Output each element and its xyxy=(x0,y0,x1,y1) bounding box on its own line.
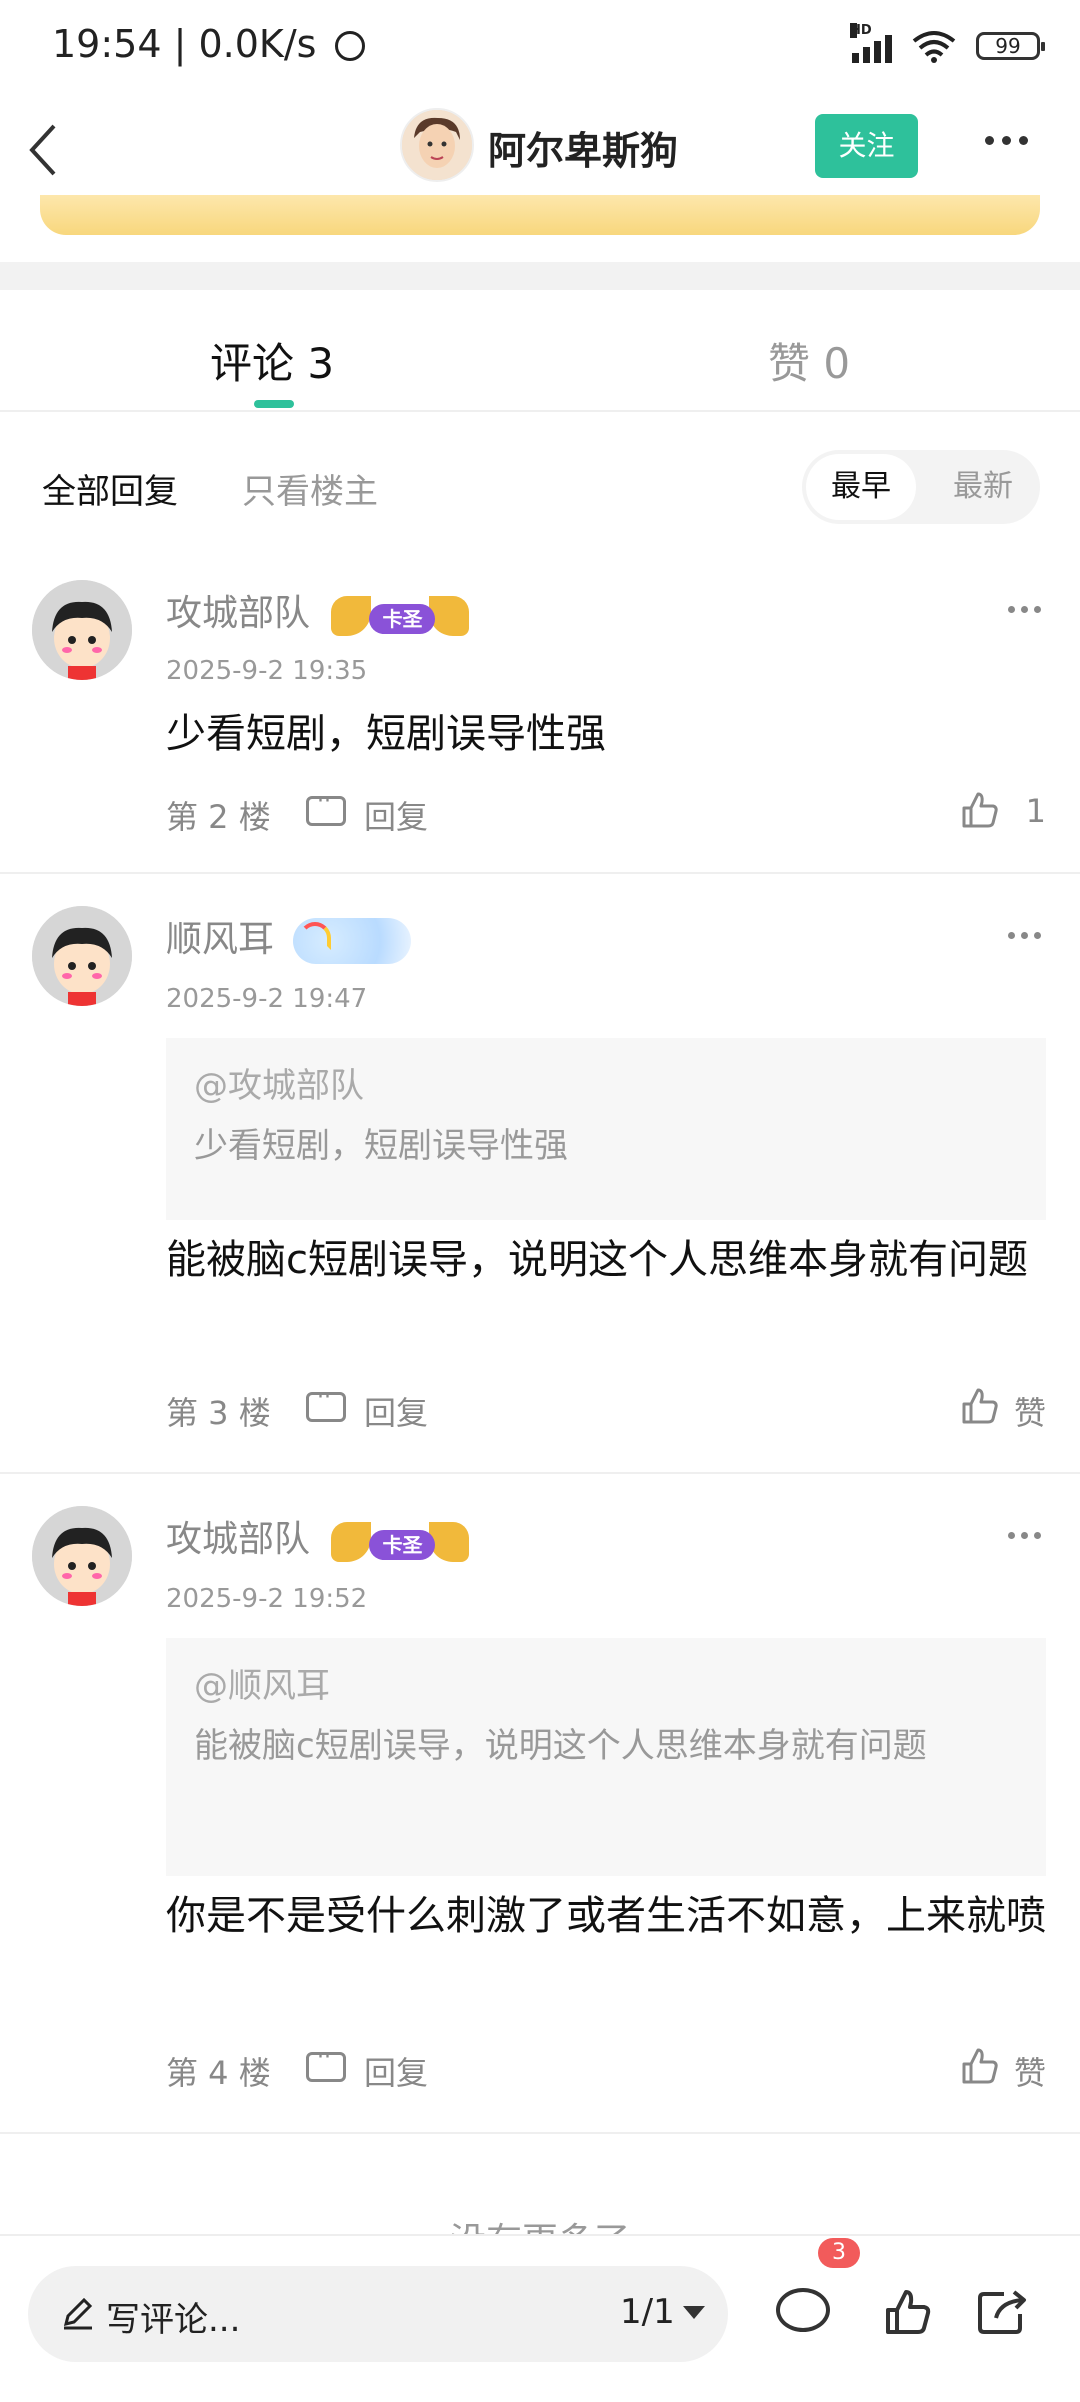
thumbs-up-icon[interactable] xyxy=(960,790,1000,830)
avatar-face-icon xyxy=(402,110,472,180)
filter-bar: 全部回复 只看楼主 最早 最新 xyxy=(0,440,1080,530)
sort-earliest[interactable]: 最早 xyxy=(806,454,916,520)
comment-more-button[interactable] xyxy=(1008,932,1041,939)
reply-button[interactable]: 回复 xyxy=(364,1388,428,1434)
alarm-icon xyxy=(334,31,365,61)
comment-footer: 第 2 楼 回复 1 xyxy=(166,786,1046,836)
comment-item: 攻城部队 卡圣 2025-9-2 19:35 少看短剧，短剧误导性强 第 2 楼… xyxy=(0,560,1080,874)
comment-count-badge: 3 xyxy=(818,2238,860,2268)
author-name[interactable]: 阿尔卑斯狗 xyxy=(488,120,678,175)
comment-item: 顺风耳 2025-9-2 19:47 @攻城部队 少看短剧，短剧误导性强 能被脑… xyxy=(0,874,1080,1474)
reply-button[interactable]: 回复 xyxy=(364,2048,428,2094)
avatar[interactable] xyxy=(32,1506,132,1606)
clock-text: 19:54 xyxy=(52,22,162,66)
like-label[interactable]: 赞 xyxy=(1014,2048,1046,2094)
reply-icon[interactable] xyxy=(306,1385,346,1422)
cloud-badge-icon xyxy=(293,918,412,964)
badge-icon: 卡圣 xyxy=(329,592,471,638)
section-divider xyxy=(0,262,1080,290)
badge-label: 卡圣 xyxy=(369,604,436,634)
comment-more-button[interactable] xyxy=(1008,606,1041,613)
status-time: 19:54 | 0.0K/s xyxy=(52,22,365,66)
bottom-bar: 写评论... 1/1 3 xyxy=(0,2234,1080,2402)
comment-footer: 第 4 楼 回复 赞 xyxy=(166,2042,1046,2092)
tab-comments[interactable]: 评论 3 xyxy=(210,330,334,391)
comment-text: 你是不是受什么刺激了或者生活不如意，上来就喷 xyxy=(166,1893,1046,1939)
top-nav: 阿尔卑斯狗 关注 xyxy=(0,100,1080,200)
thumbs-up-icon[interactable] xyxy=(960,2046,1000,2086)
dot xyxy=(1019,135,1028,145)
dot xyxy=(985,135,994,145)
tab-bar: 评论 3 赞 0 xyxy=(0,290,1080,412)
more-options-button[interactable] xyxy=(985,120,1045,160)
share-icon[interactable] xyxy=(976,2288,1028,2336)
floor-number: 第 2 楼 xyxy=(166,798,271,836)
thumbs-up-icon[interactable] xyxy=(960,1386,1000,1426)
post-banner xyxy=(40,195,1040,235)
avatar[interactable] xyxy=(32,906,132,1006)
filter-all-replies[interactable]: 全部回复 xyxy=(42,464,178,513)
quoted-text: 能被脑c短剧误导，说明这个人思维本身就有问题 xyxy=(194,1726,927,1766)
avatar-kid-icon xyxy=(32,580,132,680)
net-speed: 0.0K/s xyxy=(198,22,317,66)
badge-icon: 卡圣 xyxy=(329,1518,471,1564)
battery-icon: 99 xyxy=(976,32,1045,60)
avatar[interactable] xyxy=(32,580,132,680)
comment-username[interactable]: 攻城部队 卡圣 xyxy=(166,584,471,638)
quoted-comment[interactable]: @顺风耳 能被脑c短剧误导，说明这个人思维本身就有问题 xyxy=(166,1638,1046,1876)
reply-icon[interactable] xyxy=(306,2045,346,2082)
username-text[interactable]: 攻城部队 xyxy=(166,593,310,634)
pencil-icon xyxy=(63,2297,93,2330)
comment-item: 攻城部队 卡圣 2025-9-2 19:52 @顺风耳 能被脑c短剧误导，说明这… xyxy=(0,1474,1080,2134)
quoted-text: 少看短剧，短剧误导性强 xyxy=(194,1126,568,1166)
author-avatar[interactable] xyxy=(400,108,474,182)
comment-username[interactable]: 攻城部队 卡圣 xyxy=(166,1510,471,1564)
comment-date: 2025-9-2 19:47 xyxy=(166,984,368,1014)
reply-icon[interactable] xyxy=(306,789,346,826)
chevron-left-icon xyxy=(29,124,56,176)
avatar-kid-icon xyxy=(32,906,132,1006)
username-text[interactable]: 攻城部队 xyxy=(166,1519,310,1560)
filter-op-only[interactable]: 只看楼主 xyxy=(242,464,378,513)
caret-down-icon[interactable] xyxy=(683,2306,705,2319)
comment-input[interactable]: 写评论... 1/1 xyxy=(28,2266,728,2362)
like-label[interactable]: 赞 xyxy=(1014,1388,1046,1434)
floor-number: 第 4 楼 xyxy=(166,2054,271,2092)
comment-date: 2025-9-2 19:35 xyxy=(166,656,368,686)
dot xyxy=(1002,135,1011,145)
comment-date: 2025-9-2 19:52 xyxy=(166,1584,368,1614)
comment-footer: 第 3 楼 回复 赞 xyxy=(166,1382,1046,1432)
comment-placeholder[interactable]: 写评论... xyxy=(106,2292,240,2341)
quoted-comment[interactable]: @攻城部队 少看短剧，短剧误导性强 xyxy=(166,1038,1046,1220)
follow-button[interactable]: 关注 xyxy=(815,114,918,178)
wifi-icon xyxy=(912,31,956,63)
avatar-kid-icon xyxy=(32,1506,132,1606)
comment-text: 能被脑c短剧误导，说明这个人思维本身就有问题 xyxy=(166,1237,1028,1283)
comment-text: 少看短剧，短剧误导性强 xyxy=(166,711,606,757)
badge-label: 卡圣 xyxy=(369,1530,436,1560)
tab-likes[interactable]: 赞 0 xyxy=(768,330,850,391)
back-button[interactable] xyxy=(22,118,72,182)
quoted-username: @攻城部队 xyxy=(194,1066,364,1106)
thumbs-up-icon[interactable] xyxy=(884,2288,932,2336)
comment-more-button[interactable] xyxy=(1008,1532,1041,1539)
reply-button[interactable]: 回复 xyxy=(364,792,428,838)
signal-icon: HD xyxy=(850,23,892,63)
active-tab-indicator xyxy=(254,400,294,408)
quoted-username: @顺风耳 xyxy=(194,1666,330,1706)
page-indicator[interactable]: 1/1 xyxy=(620,2292,675,2332)
sort-toggle: 最早 最新 xyxy=(802,450,1040,524)
like-count[interactable]: 1 xyxy=(1026,792,1046,830)
comment-bubble-icon[interactable] xyxy=(776,2288,830,2332)
comment-username[interactable]: 顺风耳 xyxy=(166,910,412,964)
username-text[interactable]: 顺风耳 xyxy=(166,919,274,960)
status-bar: 19:54 | 0.0K/s HD 99 xyxy=(0,0,1080,100)
battery-level: 99 xyxy=(995,34,1021,58)
sort-newest[interactable]: 最新 xyxy=(930,454,1036,520)
floor-number: 第 3 楼 xyxy=(166,1394,271,1432)
status-icons: HD 99 xyxy=(850,23,1045,66)
network-type: HD xyxy=(850,23,872,38)
